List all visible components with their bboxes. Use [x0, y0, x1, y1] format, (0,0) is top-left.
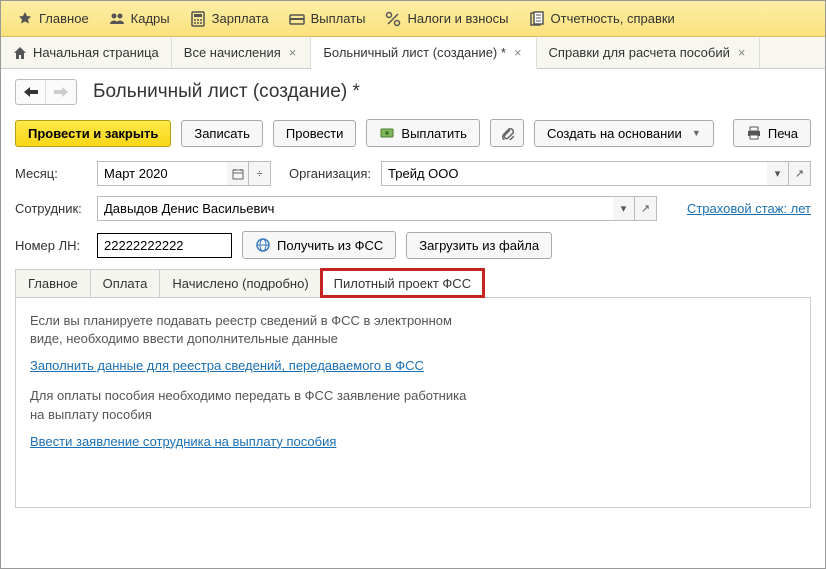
inner-tabs: Главное Оплата Начислено (подробно) Пило…: [15, 269, 811, 298]
fill-registry-link[interactable]: Заполнить данные для реестра сведений, п…: [30, 358, 424, 373]
calendar-icon[interactable]: [227, 161, 249, 186]
open-icon[interactable]: ↗: [789, 161, 811, 186]
save-button[interactable]: Записать: [181, 120, 263, 147]
panel-text: Если вы планируете подавать реестр сведе…: [30, 312, 470, 348]
toolbar: Провести и закрыть Записать Провести Вып…: [15, 119, 811, 147]
insurance-link[interactable]: Страховой стаж: лет: [687, 201, 811, 216]
people-icon: [109, 11, 125, 27]
attach-button[interactable]: [490, 119, 524, 147]
menu-salary[interactable]: Зарплата: [180, 5, 279, 33]
tab-home[interactable]: Начальная страница: [1, 37, 172, 68]
menu-main[interactable]: Главное: [7, 5, 99, 33]
menu-payments[interactable]: Выплаты: [279, 5, 376, 33]
page-title: Больничный лист (создание) *: [93, 81, 360, 103]
org-field: ▾ ↗: [381, 161, 811, 186]
nav-forward[interactable]: [46, 80, 76, 104]
month-input[interactable]: [97, 161, 227, 186]
ln-input[interactable]: [97, 233, 232, 258]
month-field: ÷: [97, 161, 271, 186]
calculator-icon: [190, 11, 206, 27]
star-icon: [17, 11, 33, 27]
tab-sickleave[interactable]: Больничный лист (создание) * ×: [311, 37, 536, 69]
pay-button[interactable]: Выплатить: [366, 119, 480, 147]
tab-label: Все начисления: [184, 45, 281, 60]
tab-accruals[interactable]: Все начисления ×: [172, 37, 312, 68]
percent-icon: [385, 11, 401, 27]
menu-label: Выплаты: [311, 11, 366, 26]
panel-pilot-fss: Если вы планируете подавать реестр сведе…: [15, 298, 811, 508]
emp-label: Сотрудник:: [15, 201, 87, 216]
close-icon[interactable]: ×: [512, 45, 524, 60]
print-button[interactable]: Печа: [733, 119, 811, 147]
nav-back[interactable]: [16, 80, 46, 104]
caret-down-icon: ▼: [692, 128, 701, 138]
menu-reports[interactable]: Отчетность, справки: [519, 5, 685, 33]
menu-hr[interactable]: Кадры: [99, 5, 180, 33]
menu-label: Кадры: [131, 11, 170, 26]
globe-icon: [255, 237, 271, 253]
org-label: Организация:: [289, 166, 371, 181]
inner-tab-pilot-fss[interactable]: Пилотный проект ФСС: [321, 269, 484, 297]
create-based-button[interactable]: Создать на основании▼: [534, 120, 714, 147]
form-area: Больничный лист (создание) * Провести и …: [1, 69, 825, 518]
tab-label: Справки для расчета пособий: [549, 45, 730, 60]
emp-field: ▾ ↗: [97, 196, 657, 221]
spinner-icon[interactable]: ÷: [249, 161, 271, 186]
org-input[interactable]: [381, 161, 767, 186]
close-icon[interactable]: ×: [287, 45, 299, 60]
month-label: Месяц:: [15, 166, 87, 181]
wallet-icon: [289, 11, 305, 27]
tab-certificates[interactable]: Справки для расчета пособий ×: [537, 37, 761, 68]
panel-text: Для оплаты пособия необходимо передать в…: [30, 387, 470, 423]
load-file-button[interactable]: Загрузить из файла: [406, 232, 552, 259]
tab-label: Больничный лист (создание) *: [323, 45, 506, 60]
printer-icon: [746, 125, 762, 141]
close-icon[interactable]: ×: [736, 45, 748, 60]
inner-tab-payment[interactable]: Оплата: [90, 269, 161, 297]
get-fss-button[interactable]: Получить из ФСС: [242, 231, 396, 259]
paperclip-icon: [499, 125, 515, 141]
tab-label: Начальная страница: [33, 45, 159, 60]
post-button[interactable]: Провести: [273, 120, 357, 147]
open-icon[interactable]: ↗: [635, 196, 657, 221]
money-icon: [379, 125, 395, 141]
menu-label: Отчетность, справки: [551, 11, 675, 26]
nav-buttons: [15, 79, 77, 105]
top-menu: Главное Кадры Зарплата Выплаты Налоги и …: [1, 1, 825, 37]
post-close-button[interactable]: Провести и закрыть: [15, 120, 171, 147]
report-icon: [529, 11, 545, 27]
menu-label: Налоги и взносы: [407, 11, 508, 26]
menu-taxes[interactable]: Налоги и взносы: [375, 5, 518, 33]
dropdown-icon[interactable]: ▾: [613, 196, 635, 221]
inner-tab-main[interactable]: Главное: [15, 269, 91, 297]
inner-tab-accrued[interactable]: Начислено (подробно): [159, 269, 321, 297]
dropdown-icon[interactable]: ▾: [767, 161, 789, 186]
emp-input[interactable]: [97, 196, 613, 221]
menu-label: Зарплата: [212, 11, 269, 26]
ln-label: Номер ЛН:: [15, 238, 87, 253]
tabs-bar: Начальная страница Все начисления × Боль…: [1, 37, 825, 69]
menu-label: Главное: [39, 11, 89, 26]
home-icon: [13, 46, 27, 60]
enter-statement-link[interactable]: Ввести заявление сотрудника на выплату п…: [30, 434, 336, 449]
